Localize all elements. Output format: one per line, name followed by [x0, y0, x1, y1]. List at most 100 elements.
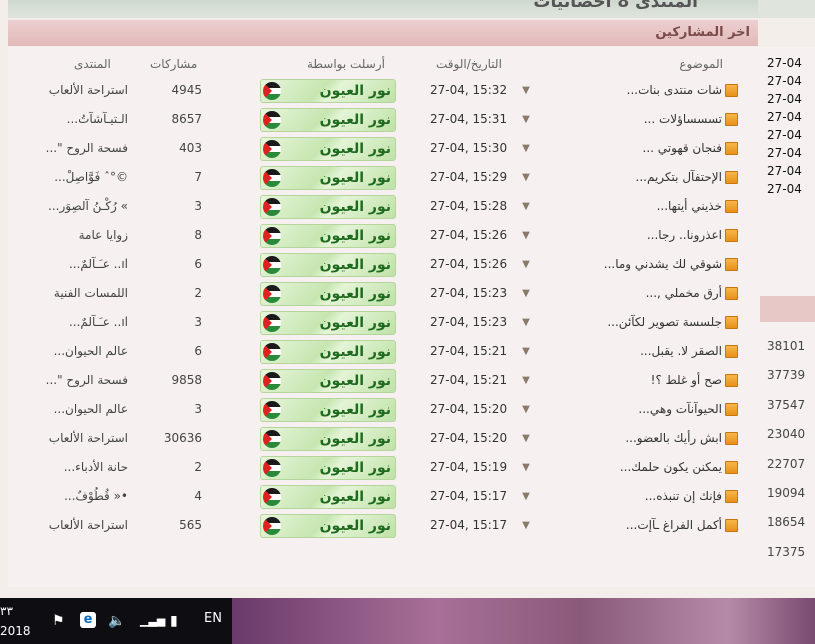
username-link[interactable]: نور العيون — [320, 254, 391, 276]
forum-link[interactable]: فسحة الروح "... — [46, 366, 128, 395]
topic-title[interactable]: الحيوآنآت وهي... — [638, 402, 722, 416]
taskbar-clock-time[interactable]: ٣٣ — [0, 604, 13, 618]
forum-link[interactable]: ©°ˆ فَوَّاصِلْ... — [54, 163, 128, 192]
topic-link[interactable]: فإنك إن تنبذه... — [645, 482, 738, 511]
user-badge[interactable]: نور العيون — [260, 485, 396, 509]
topic-title[interactable]: صح أو غلط ؟! — [651, 373, 722, 387]
forum-link[interactable]: الـتيـآشآتُ... — [67, 105, 128, 134]
user-badge[interactable]: نور العيون — [260, 427, 396, 451]
goto-last-post-icon[interactable]: ▼ — [520, 453, 532, 482]
goto-last-post-icon[interactable]: ▼ — [520, 366, 532, 395]
goto-last-post-icon[interactable]: ▼ — [520, 163, 532, 192]
taskbar-clock-date[interactable]: 2018 — [0, 624, 31, 638]
topic-title[interactable]: أرق مخملي ,... — [646, 286, 722, 300]
username-link[interactable]: نور العيون — [320, 80, 391, 102]
username-link[interactable]: نور العيون — [320, 428, 391, 450]
topic-link[interactable]: خذيني أيتها... — [657, 192, 738, 221]
user-badge[interactable]: نور العيون — [260, 369, 396, 393]
topic-title[interactable]: خذيني أيتها... — [657, 199, 722, 213]
user-badge[interactable]: نور العيون — [260, 79, 396, 103]
topic-title[interactable]: شات منتدى بنات... — [627, 83, 722, 97]
user-badge[interactable]: نور العيون — [260, 195, 396, 219]
topic-title[interactable]: شوقي لك يشدني وما... — [604, 257, 722, 271]
username-link[interactable]: نور العيون — [320, 341, 391, 363]
network-signal-icon[interactable]: ▁▃▅ — [140, 612, 165, 630]
goto-last-post-icon[interactable]: ▼ — [520, 76, 532, 105]
goto-last-post-icon[interactable]: ▼ — [520, 395, 532, 424]
volume-icon[interactable]: 🔈 — [108, 612, 125, 630]
goto-last-post-icon[interactable]: ▼ — [520, 511, 532, 540]
goto-last-post-icon[interactable]: ▼ — [520, 250, 532, 279]
username-link[interactable]: نور العيون — [320, 312, 391, 334]
forum-link[interactable]: ıl.. عـَـآلمٌ... — [69, 308, 128, 337]
forum-link[interactable]: •« قُطُوْفٌ... — [64, 482, 128, 511]
goto-last-post-icon[interactable]: ▼ — [520, 279, 532, 308]
forum-link[interactable]: فسحة الروح "... — [46, 134, 128, 163]
topic-title[interactable]: الصقر لا. يقبل... — [640, 344, 722, 358]
battery-icon[interactable]: ▮ — [170, 612, 178, 630]
topic-link[interactable]: اعذرونا.. رجا... — [647, 221, 738, 250]
username-link[interactable]: نور العيون — [320, 196, 391, 218]
topic-link[interactable]: أكمل الفراغ ـآإت... — [626, 511, 738, 540]
topic-title[interactable]: اعذرونا.. رجا... — [647, 228, 722, 242]
user-badge[interactable]: نور العيون — [260, 398, 396, 422]
user-badge[interactable]: نور العيون — [260, 253, 396, 277]
username-link[interactable]: نور العيون — [320, 225, 391, 247]
forum-link[interactable]: ıl.. عـَـآلمٌ... — [69, 250, 128, 279]
forum-link[interactable]: اللمسات الفنية — [54, 279, 128, 308]
topic-link[interactable]: الحيوآنآت وهي... — [638, 395, 738, 424]
topic-link[interactable]: الإحتفآل بتكريم... — [636, 163, 738, 192]
user-badge[interactable]: نور العيون — [260, 137, 396, 161]
username-link[interactable]: نور العيون — [320, 515, 391, 537]
topic-title[interactable]: الإحتفآل بتكريم... — [636, 170, 722, 184]
topic-link[interactable]: يمكنن يكون حلمك... — [620, 453, 738, 482]
topic-link[interactable]: تسسساؤلات ... — [644, 105, 738, 134]
user-badge[interactable]: نور العيون — [260, 514, 396, 538]
user-badge[interactable]: نور العيون — [260, 224, 396, 248]
goto-last-post-icon[interactable]: ▼ — [520, 192, 532, 221]
topic-title[interactable]: ابش رأيك بالعضو... — [625, 431, 722, 445]
forum-link[interactable]: عالم الحيوان... — [54, 337, 128, 366]
username-link[interactable]: نور العيون — [320, 138, 391, 160]
forum-link[interactable]: استراحة الألعاب — [49, 511, 128, 540]
topic-link[interactable]: ابش رأيك بالعضو... — [625, 424, 738, 453]
user-badge[interactable]: نور العيون — [260, 456, 396, 480]
forum-link[interactable]: عالم الحيوان... — [54, 395, 128, 424]
topic-title[interactable]: فإنك إن تنبذه... — [645, 489, 722, 503]
forum-link[interactable]: زوايا عامة — [79, 221, 128, 250]
goto-last-post-icon[interactable]: ▼ — [520, 105, 532, 134]
forum-link[interactable]: استراحة الألعاب — [49, 424, 128, 453]
username-link[interactable]: نور العيون — [320, 167, 391, 189]
topic-link[interactable]: شات منتدى بنات... — [627, 76, 738, 105]
topic-title[interactable]: جلسسة تصوير لكآئن... — [607, 315, 722, 329]
topic-title[interactable]: تسسساؤلات ... — [644, 112, 722, 126]
topic-link[interactable]: جلسسة تصوير لكآئن... — [607, 308, 738, 337]
language-indicator[interactable]: EN — [204, 611, 222, 626]
edge-browser-icon[interactable]: e — [80, 612, 96, 628]
user-badge[interactable]: نور العيون — [260, 311, 396, 335]
username-link[interactable]: نور العيون — [320, 283, 391, 305]
topic-link[interactable]: أرق مخملي ,... — [646, 279, 738, 308]
goto-last-post-icon[interactable]: ▼ — [520, 482, 532, 511]
forum-link[interactable]: استراحة الألعاب — [49, 76, 128, 105]
username-link[interactable]: نور العيون — [320, 370, 391, 392]
user-badge[interactable]: نور العيون — [260, 108, 396, 132]
goto-last-post-icon[interactable]: ▼ — [520, 337, 532, 366]
user-badge[interactable]: نور العيون — [260, 340, 396, 364]
username-link[interactable]: نور العيون — [320, 486, 391, 508]
user-badge[interactable]: نور العيون — [260, 166, 396, 190]
topic-title[interactable]: أكمل الفراغ ـآإت... — [626, 518, 722, 532]
goto-last-post-icon[interactable]: ▼ — [520, 134, 532, 163]
topic-link[interactable]: فنجان قهوتي ... — [643, 134, 738, 163]
topic-link[interactable]: شوقي لك يشدني وما... — [604, 250, 738, 279]
topic-title[interactable]: يمكنن يكون حلمك... — [620, 460, 722, 474]
topic-link[interactable]: الصقر لا. يقبل... — [640, 337, 738, 366]
forum-link[interactable]: حانة الأدباء... — [64, 453, 128, 482]
flag-icon[interactable]: ⚑ — [52, 612, 65, 630]
goto-last-post-icon[interactable]: ▼ — [520, 308, 532, 337]
username-link[interactable]: نور العيون — [320, 399, 391, 421]
goto-last-post-icon[interactable]: ▼ — [520, 221, 532, 250]
username-link[interactable]: نور العيون — [320, 109, 391, 131]
username-link[interactable]: نور العيون — [320, 457, 391, 479]
goto-last-post-icon[interactable]: ▼ — [520, 424, 532, 453]
